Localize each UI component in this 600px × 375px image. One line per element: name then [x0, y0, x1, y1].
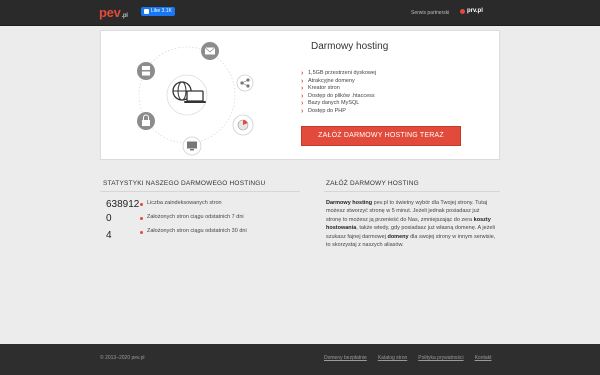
site-logo[interactable]: pev.pl — [99, 5, 128, 20]
stat-value-30-days: 4 — [106, 230, 112, 241]
about-divider — [324, 191, 500, 192]
footer-link-free-domains[interactable]: Domeny bezpłatnie — [324, 355, 367, 361]
mail-icon — [201, 42, 219, 60]
about-title: ZAŁÓŻ DARMOWY HOSTING — [326, 180, 419, 187]
monitor-icon — [182, 136, 202, 156]
copyright: © 2013–2020 pev.pl — [100, 355, 145, 361]
bullet-icon — [140, 217, 143, 220]
stat-label-7-days: Założonych stron ciągu odstatnich 7 dni — [147, 214, 244, 220]
feature-item: Bazy danych MySQL — [301, 100, 376, 108]
lock-icon — [137, 112, 155, 130]
globe-laptop-icon — [166, 74, 208, 116]
footer: © 2013–2020 pev.pl Domeny bezpłatnie Kat… — [0, 344, 600, 375]
footer-link-contact[interactable]: Kontakt — [475, 355, 492, 361]
facebook-like-label: Like 3.1K — [151, 8, 172, 14]
partner-logo[interactable]: prv.pl — [460, 8, 483, 14]
footer-link-catalog[interactable]: Katalog stron — [378, 355, 407, 361]
chart-icon — [232, 114, 254, 136]
stat-label-30-days: Założonych stron ciągu odstatnich 30 dni — [147, 228, 247, 234]
hero-card: Darmowy hosting 1,5GB przestrzeni dyskow… — [100, 30, 500, 160]
partner-star-icon — [460, 8, 465, 14]
footer-link-privacy[interactable]: Polityka prywatności — [418, 355, 463, 361]
share-icon — [236, 74, 254, 92]
hosting-illustration — [137, 42, 254, 156]
partner-logo-text: prv.pl — [467, 8, 483, 14]
feature-item: 1,5GB przestrzeni dyskowej — [301, 70, 376, 78]
stat-label-indexed: Liczba zaindeksowanych stron — [147, 200, 222, 206]
feature-item: Dostęp do PHP — [301, 108, 376, 116]
thumbs-up-icon — [144, 9, 149, 14]
about-paragraph: Darmowy hosting pev.pl to świetny wybór … — [326, 200, 496, 249]
top-bar: pev.pl Like 3.1K Serwis partnerski prv.p… — [0, 0, 600, 26]
stat-value-indexed: 638912 — [106, 199, 140, 210]
bullet-icon — [140, 203, 143, 206]
bullet-icon — [140, 231, 143, 234]
footer-links: Domeny bezpłatnie Katalog stron Polityka… — [324, 355, 492, 361]
feature-item: Kreator stron — [301, 85, 376, 93]
stat-value-7-days: 0 — [106, 213, 112, 224]
facebook-like-button[interactable]: Like 3.1K — [141, 7, 175, 16]
feature-item: Dostęp do plików .htaccess — [301, 93, 376, 101]
stats-title: STATYSTYKI NASZEGO DARMOWEGO HOSTINGU — [103, 180, 266, 187]
server-icon — [137, 62, 155, 80]
hero-title: Darmowy hosting — [311, 41, 389, 52]
feature-item: Atrakcyjne domeny — [301, 78, 376, 86]
partners-label: Serwis partnerski — [411, 10, 450, 16]
feature-list: 1,5GB przestrzeni dyskowej Atrakcyjne do… — [301, 70, 376, 116]
create-hosting-button[interactable]: ZAŁÓŻ DARMOWY HOSTING TERAZ — [301, 126, 461, 146]
stats-divider — [100, 191, 300, 192]
